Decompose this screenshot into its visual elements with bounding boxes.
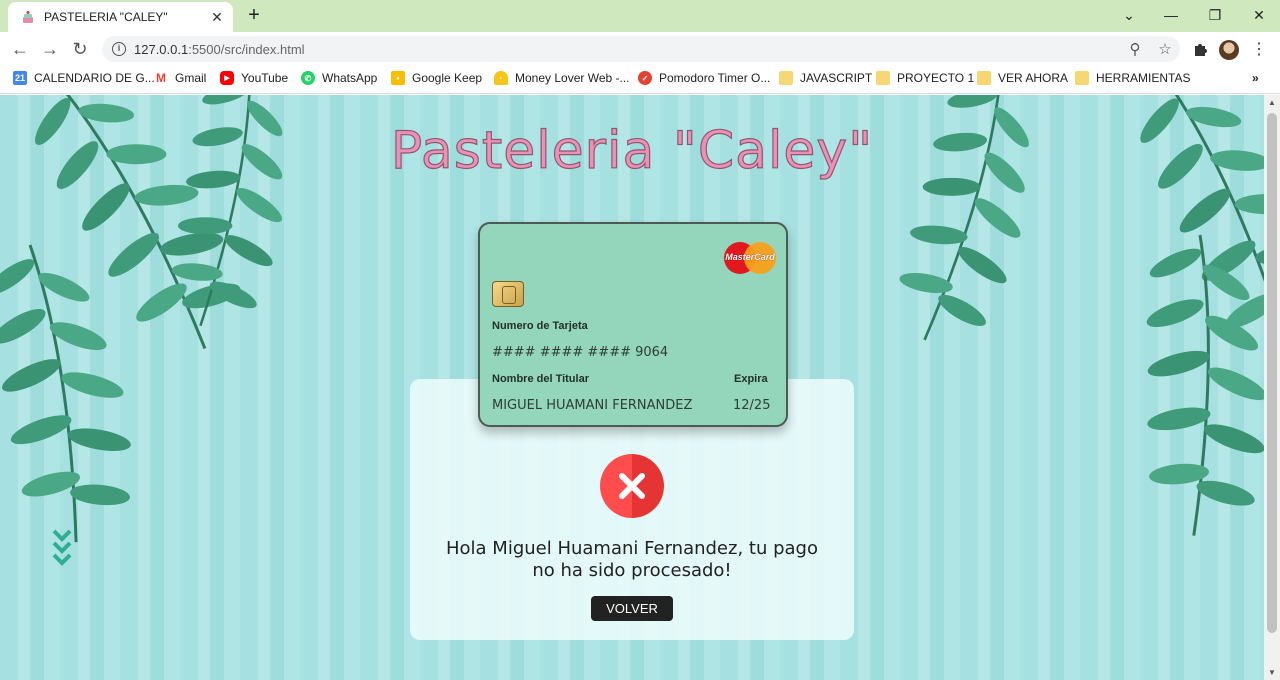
bookmark-label: VER AHORA [998,71,1069,85]
gmail-icon: M [156,71,166,85]
profile-avatar[interactable] [1219,40,1239,60]
scrollbar-thumb[interactable] [1267,113,1277,633]
menu-kebab-icon[interactable]: ⋮ [1247,38,1271,60]
tab-search-icon[interactable]: ⌄ [1108,0,1150,30]
bookmark-label: JAVASCRIPT [800,71,873,85]
bookmark-google-keep[interactable]: • Google Keep [391,71,482,85]
message-line-2: no ha sido procesado! [532,560,732,581]
site-title: Pasteleria "Caley" [390,120,874,181]
url-host: 127.0.0.1 [134,41,189,57]
folder-icon [876,71,890,85]
minimize-icon[interactable]: — [1150,0,1192,30]
browser-tab[interactable]: PASTELERIA "CALEY" ✕ [8,2,233,32]
card-holder-label: Nombre del Titular [492,373,589,385]
forward-arrow-icon[interactable]: → [37,38,63,60]
bookmark-money-lover[interactable]: · Money Lover Web -... [494,71,630,85]
message-line-1: Hola Miguel Huamani Fernandez, tu pago [446,538,818,559]
tab-title: PASTELERIA "CALEY" [44,10,168,24]
bookmark-label: PROYECTO 1 [897,71,975,85]
payment-message: Hola Miguel Huamani Fernandez, tu pago n… [410,538,854,582]
money-lover-icon: · [494,71,508,85]
bookmark-calendar[interactable]: 21 CALENDARIO DE G... [13,71,155,85]
bookmark-youtube[interactable]: ▶ YouTube [220,71,288,85]
bookmark-label: Pomodoro Timer O... [659,71,771,85]
scroll-up-icon[interactable]: ▲ [1268,98,1276,107]
card-number: #### #### #### 9064 [492,345,669,360]
bookmark-pomodoro[interactable]: ✓ Pomodoro Timer O... [638,71,770,85]
keep-icon: • [391,71,405,85]
card-chip-icon [492,281,524,307]
more-bookmarks-icon[interactable]: » [1252,71,1259,85]
calendar-icon: 21 [13,71,27,85]
new-tab-icon[interactable]: + [243,5,265,27]
bookmark-label: HERRAMIENTAS [1096,71,1191,85]
bookmark-folder-javascript[interactable]: JAVASCRIPT [779,71,872,85]
close-window-icon[interactable]: ✕ [1238,0,1280,30]
close-tab-icon[interactable]: ✕ [209,9,225,26]
bookmark-label: Google Keep [412,71,483,85]
bookmark-label: Money Lover Web -... [515,71,630,85]
pomodoro-icon: ✓ [638,71,652,85]
page-viewport: Pasteleria "Caley" MasterCard Numero de … [0,95,1264,680]
whatsapp-icon: ✆ [301,71,315,85]
scroll-down-icon[interactable]: ▼ [1268,668,1276,677]
reload-icon[interactable]: ↻ [67,38,93,60]
card-holder: MIGUEL HUAMANI FERNANDEZ [492,398,693,413]
volver-button[interactable]: VOLVER [591,596,673,621]
bookmark-gmail[interactable]: M Gmail [154,71,206,85]
mastercard-logo: MasterCard [724,242,776,274]
site-info-icon[interactable]: i [112,42,126,56]
restore-icon[interactable]: ❐ [1194,0,1236,30]
url-path: :5500/src/index.html [188,41,305,57]
credit-card: MasterCard Numero de Tarjeta #### #### #… [478,222,788,427]
bookmark-folder-ver-ahora[interactable]: VER AHORA [977,71,1068,85]
bookmark-whatsapp[interactable]: ✆ WhatsApp [301,71,377,85]
scroll-down-chevrons-icon[interactable] [52,529,72,573]
card-brand: MasterCard [725,252,775,262]
youtube-icon: ▶ [220,71,234,85]
zoom-icon[interactable]: ⚲ [1120,40,1150,58]
bookmark-label: WhatsApp [322,71,378,85]
bookmark-label: Gmail [175,71,207,85]
back-arrow-icon[interactable]: ← [7,38,33,60]
bookmark-folder-proyecto[interactable]: PROYECTO 1 [876,71,974,85]
extensions-puzzle-icon[interactable] [1188,38,1212,60]
folder-icon [1075,71,1089,85]
tab-strip: PASTELERIA "CALEY" ✕ + ⌄ — ❐ ✕ [0,0,1280,32]
bookmark-star-icon[interactable]: ☆ [1150,40,1180,58]
folder-icon [977,71,991,85]
address-bar[interactable]: i 127.0.0.1:5500/src/index.html ⚲ ☆ [102,36,1180,62]
card-expiry: 12/25 [733,398,771,413]
cake-favicon-icon [20,9,36,25]
bookmarks-bar: 21 CALENDARIO DE G... M Gmail ▶ YouTube ✆ Wh… [0,66,1280,94]
bookmark-folder-herramientas[interactable]: HERRAMIENTAS [1075,71,1190,85]
card-number-label: Numero de Tarjeta [492,320,588,332]
bookmark-label: YouTube [241,71,289,85]
page-scrollbar[interactable]: ▲ ▼ [1264,95,1280,680]
url-text: 127.0.0.1:5500/src/index.html [134,42,1120,57]
folder-icon [779,71,793,85]
bookmark-label: CALENDARIO DE G... [34,71,155,85]
error-x-icon [600,454,664,518]
card-expiry-label: Expira [734,373,768,385]
browser-toolbar: ← → ↻ i 127.0.0.1:5500/src/index.html ⚲ … [0,32,1280,66]
